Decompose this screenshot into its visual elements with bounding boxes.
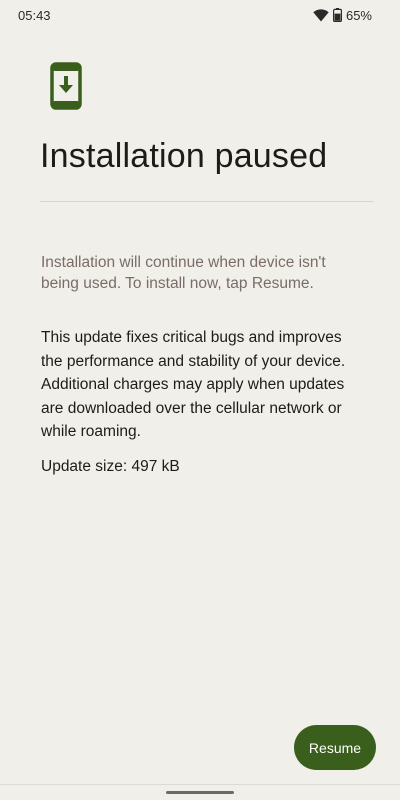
wifi-icon <box>313 8 329 22</box>
install-status-message: Installation will continue when device i… <box>41 254 326 292</box>
gesture-nav-handle[interactable] <box>166 791 234 794</box>
title-divider <box>40 201 374 202</box>
status-bar: 05:43 65% <box>0 0 400 30</box>
bottom-divider <box>0 784 400 785</box>
update-size-label: Update size: 497 kB <box>41 458 180 475</box>
page-title: Installation paused <box>40 137 328 175</box>
phone-download-icon <box>50 62 82 110</box>
status-time: 05:43 <box>18 7 51 23</box>
resume-button[interactable]: Resume <box>294 725 376 770</box>
battery-icon <box>332 8 342 22</box>
battery-percent: 65% <box>345 7 372 23</box>
update-description: This update fixes critical bugs and impr… <box>41 329 346 440</box>
status-icons: 65% <box>313 8 372 23</box>
